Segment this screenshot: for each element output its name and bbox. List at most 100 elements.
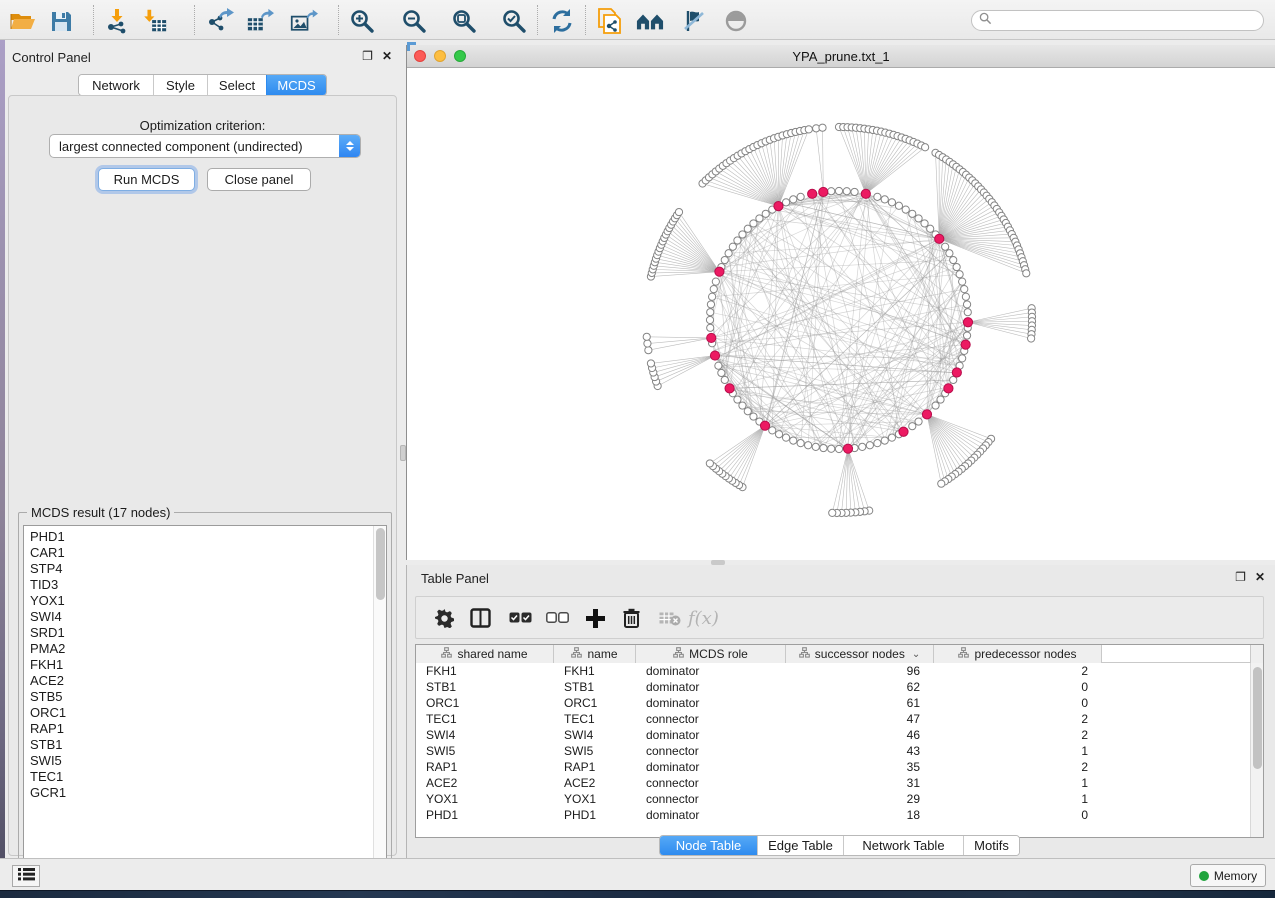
list-item[interactable]: TID3 xyxy=(30,577,386,593)
table-cell[interactable]: PHD1 xyxy=(416,807,554,823)
import-table-icon[interactable] xyxy=(140,7,168,35)
table-cell[interactable]: ORC1 xyxy=(554,695,636,711)
list-item[interactable]: GCR1 xyxy=(30,785,386,801)
list-item[interactable]: RAP1 xyxy=(30,721,386,737)
import-network-icon[interactable] xyxy=(104,7,132,35)
table-cell[interactable]: 1 xyxy=(934,791,1102,807)
table-row[interactable]: ORC1ORC1dominator610 xyxy=(416,695,1263,711)
delete-icon[interactable] xyxy=(623,605,640,631)
table-scrollbar[interactable] xyxy=(1250,663,1263,837)
export-image-icon[interactable] xyxy=(290,7,318,35)
table-cell[interactable]: SWI5 xyxy=(554,743,636,759)
table-cell[interactable]: connector xyxy=(636,743,786,759)
table-cell[interactable]: 2 xyxy=(934,759,1102,775)
table-cell[interactable]: TEC1 xyxy=(416,711,554,727)
zoom-fit-icon[interactable] xyxy=(450,7,478,35)
refresh-icon[interactable] xyxy=(548,7,576,35)
node-table[interactable]: shared namenameMCDS rolesuccessor nodes⌄… xyxy=(415,644,1264,838)
table-cell[interactable]: SWI5 xyxy=(416,743,554,759)
column-header[interactable]: shared name xyxy=(416,645,554,663)
task-history-button[interactable] xyxy=(12,865,40,887)
save-icon[interactable] xyxy=(47,7,75,35)
minimize-icon[interactable]: ❐ xyxy=(1235,570,1246,584)
tab-edge-table[interactable]: Edge Table xyxy=(757,836,843,855)
network-graph[interactable] xyxy=(407,68,1275,560)
table-cell[interactable]: 35 xyxy=(786,759,934,775)
table-row[interactable]: SWI5SWI5connector431 xyxy=(416,743,1263,759)
add-icon[interactable] xyxy=(586,605,605,631)
table-row[interactable]: STB1STB1dominator620 xyxy=(416,679,1263,695)
table-cell[interactable]: 29 xyxy=(786,791,934,807)
table-cell[interactable]: connector xyxy=(636,775,786,791)
table-cell[interactable]: 2 xyxy=(934,727,1102,743)
table-cell[interactable]: 62 xyxy=(786,679,934,695)
gear-icon[interactable] xyxy=(435,605,454,631)
table-cell[interactable]: connector xyxy=(636,791,786,807)
list-item[interactable]: TEC1 xyxy=(30,769,386,785)
table-cell[interactable]: 31 xyxy=(786,775,934,791)
export-table-icon[interactable] xyxy=(246,7,274,35)
list-item[interactable]: SWI4 xyxy=(30,609,386,625)
table-cell[interactable]: dominator xyxy=(636,679,786,695)
table-cell[interactable]: SWI4 xyxy=(554,727,636,743)
table-cell[interactable]: dominator xyxy=(636,807,786,823)
delete-table-icon[interactable] xyxy=(659,605,681,631)
table-cell[interactable]: ORC1 xyxy=(416,695,554,711)
function-icon[interactable]: f(x) xyxy=(688,605,719,631)
column-header[interactable]: predecessor nodes xyxy=(934,645,1102,663)
run-mcds-button[interactable]: Run MCDS xyxy=(98,168,195,191)
table-cell[interactable]: 1 xyxy=(934,775,1102,791)
table-row[interactable]: YOX1YOX1connector291 xyxy=(416,791,1263,807)
table-cell[interactable]: dominator xyxy=(636,663,786,679)
table-cell[interactable]: ACE2 xyxy=(416,775,554,791)
tab-select[interactable]: Select xyxy=(207,75,266,95)
list-item[interactable]: PHD1 xyxy=(30,529,386,545)
search-input[interactable] xyxy=(971,10,1264,31)
table-cell[interactable]: 18 xyxy=(786,807,934,823)
list-item[interactable]: PMA2 xyxy=(30,641,386,657)
table-cell[interactable]: YOX1 xyxy=(416,791,554,807)
tab-node-table[interactable]: Node Table xyxy=(660,836,757,855)
columns-icon[interactable] xyxy=(470,605,491,631)
tab-network[interactable]: Network xyxy=(79,75,153,95)
close-icon[interactable]: ✕ xyxy=(1255,570,1265,584)
table-row[interactable]: RAP1RAP1dominator352 xyxy=(416,759,1263,775)
table-row[interactable]: TEC1TEC1connector472 xyxy=(416,711,1263,727)
tab-mcds[interactable]: MCDS xyxy=(266,75,326,95)
table-cell[interactable]: STB1 xyxy=(416,679,554,695)
table-cell[interactable]: PHD1 xyxy=(554,807,636,823)
table-cell[interactable]: dominator xyxy=(636,695,786,711)
network-canvas[interactable] xyxy=(407,68,1275,560)
tab-style[interactable]: Style xyxy=(153,75,207,95)
table-cell[interactable]: 0 xyxy=(934,807,1102,823)
table-cell[interactable]: SWI4 xyxy=(416,727,554,743)
list-item[interactable]: FKH1 xyxy=(30,657,386,673)
column-header[interactable]: successor nodes⌄ xyxy=(786,645,934,663)
table-cell[interactable]: ACE2 xyxy=(554,775,636,791)
open-folder-icon[interactable] xyxy=(8,7,36,35)
table-cell[interactable]: 96 xyxy=(786,663,934,679)
neighbors-icon[interactable] xyxy=(636,7,664,35)
column-header[interactable]: name xyxy=(554,645,636,663)
export-network-icon[interactable] xyxy=(206,7,234,35)
list-item[interactable]: STP4 xyxy=(30,561,386,577)
table-cell[interactable]: STB1 xyxy=(554,679,636,695)
table-cell[interactable]: 0 xyxy=(934,679,1102,695)
optimization-criterion-select[interactable]: largest connected component (undirected) xyxy=(49,134,361,158)
table-row[interactable]: ACE2ACE2connector311 xyxy=(416,775,1263,791)
deselect-all-icon[interactable] xyxy=(546,605,569,631)
table-cell[interactable]: FKH1 xyxy=(416,663,554,679)
search-field[interactable] xyxy=(992,14,1263,28)
network-window-titlebar[interactable]: YPA_prune.txt_1 xyxy=(407,45,1275,68)
table-cell[interactable]: RAP1 xyxy=(554,759,636,775)
list-item[interactable]: YOX1 xyxy=(30,593,386,609)
table-cell[interactable]: dominator xyxy=(636,727,786,743)
list-item[interactable]: STB5 xyxy=(30,689,386,705)
table-cell[interactable]: 43 xyxy=(786,743,934,759)
table-row[interactable]: PHD1PHD1dominator180 xyxy=(416,807,1263,823)
eye-icon[interactable] xyxy=(722,7,750,35)
list-item[interactable]: STB1 xyxy=(30,737,386,753)
zoom-selected-icon[interactable] xyxy=(500,7,528,35)
zoom-out-icon[interactable] xyxy=(400,7,428,35)
list-item[interactable]: ORC1 xyxy=(30,705,386,721)
